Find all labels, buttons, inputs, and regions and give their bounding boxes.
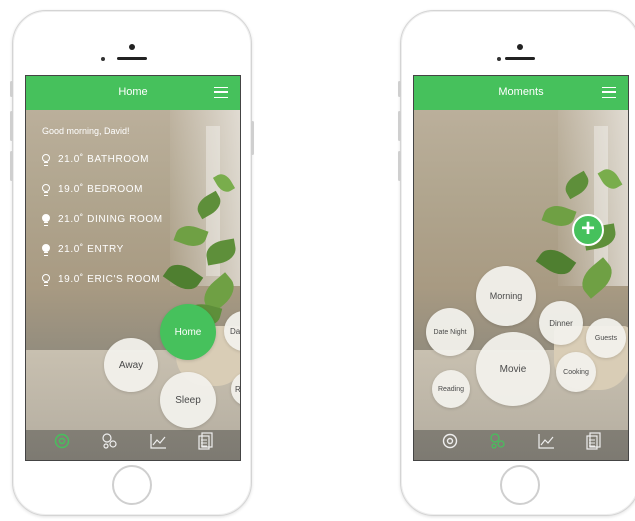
moment-bubble-morning[interactable]: Morning <box>476 266 536 326</box>
at-icon <box>442 433 458 449</box>
bulb-off-icon <box>42 274 50 287</box>
volume-down-button <box>10 151 13 181</box>
moments-icon <box>102 433 117 449</box>
page-title: Moments <box>498 86 544 98</box>
room-item-bathroom[interactable]: 21.0˚ BATHROOM <box>42 154 150 167</box>
bulb-on-icon <box>42 244 50 257</box>
phone-frame-moments: Moments + Morning Dinner Guests Date Nig… <box>398 10 635 516</box>
moment-bubble-reading[interactable]: Reading <box>432 370 470 408</box>
earpiece-speaker <box>117 57 147 60</box>
bulb-on-icon <box>42 214 50 227</box>
moment-bubble-movie[interactable]: Movie <box>476 332 550 406</box>
room-label: 19.0˚ BEDROOM <box>58 184 144 195</box>
home-button[interactable] <box>500 465 540 505</box>
room-label: 21.0˚ DINING ROOM <box>58 214 163 225</box>
moment-bubble-dinner[interactable]: Dinner <box>539 301 583 345</box>
room-label: 21.0˚ BATHROOM <box>58 154 150 165</box>
chart-icon <box>150 434 166 449</box>
page-title: Home <box>118 86 148 98</box>
bulb-off-icon <box>42 154 50 167</box>
nav-docs[interactable] <box>584 431 604 451</box>
add-moment-button[interactable]: + <box>572 214 604 246</box>
nav-at[interactable] <box>440 431 460 451</box>
docs-icon <box>198 432 213 450</box>
room-item-entry[interactable]: 21.0˚ ENTRY <box>42 244 124 257</box>
sensor-dot <box>101 57 105 61</box>
nav-moments[interactable] <box>100 431 120 451</box>
title-bar: Home <box>26 76 240 110</box>
bottom-nav <box>26 418 240 460</box>
sensor-dot <box>497 57 501 61</box>
mute-switch <box>398 81 401 97</box>
room-item-bedroom[interactable]: 19.0˚ BEDROOM <box>42 184 144 197</box>
moments-icon <box>490 433 505 449</box>
room-label: 21.0˚ ENTRY <box>58 244 124 255</box>
moment-bubble-guests[interactable]: Guests <box>586 318 626 358</box>
title-bar: Moments <box>414 76 628 110</box>
nav-at[interactable] <box>52 431 72 451</box>
hamburger-menu-icon[interactable] <box>602 87 616 98</box>
nav-chart[interactable] <box>148 431 168 451</box>
nav-docs[interactable] <box>196 431 216 451</box>
mode-bubble-away[interactable]: Away <box>104 338 158 392</box>
power-button <box>251 121 254 155</box>
phone-frame-home: Home Good morning, David! 21.0˚ BATHROOM… <box>10 10 254 516</box>
greeting-text: Good morning, David! <box>42 126 130 136</box>
front-camera <box>517 44 523 50</box>
nav-chart[interactable] <box>536 431 556 451</box>
moments-screen: Moments + Morning Dinner Guests Date Nig… <box>413 75 629 461</box>
mute-switch <box>10 81 13 97</box>
moment-bubble-date-night[interactable]: Date Night <box>426 308 474 356</box>
volume-down-button <box>398 151 401 181</box>
room-item-dining-room[interactable]: 21.0˚ DINING ROOM <box>42 214 163 227</box>
volume-up-button <box>10 111 13 141</box>
chart-icon <box>538 434 554 449</box>
docs-icon <box>586 432 601 450</box>
earpiece-speaker <box>505 57 535 60</box>
nav-moments[interactable] <box>488 431 508 451</box>
bottom-nav <box>414 418 628 460</box>
home-button[interactable] <box>112 465 152 505</box>
home-screen: Home Good morning, David! 21.0˚ BATHROOM… <box>25 75 241 461</box>
window-frame <box>594 126 608 276</box>
volume-up-button <box>398 111 401 141</box>
at-icon <box>54 433 70 449</box>
mode-bubble-home[interactable]: Home <box>160 304 216 360</box>
room-item-erics-room[interactable]: 19.0˚ ERIC'S ROOM <box>42 274 161 287</box>
room-label: 19.0˚ ERIC'S ROOM <box>58 274 161 285</box>
bulb-off-icon <box>42 184 50 197</box>
moment-bubble-cooking[interactable]: Cooking <box>556 352 596 392</box>
front-camera <box>129 44 135 50</box>
hamburger-menu-icon[interactable] <box>214 87 228 98</box>
